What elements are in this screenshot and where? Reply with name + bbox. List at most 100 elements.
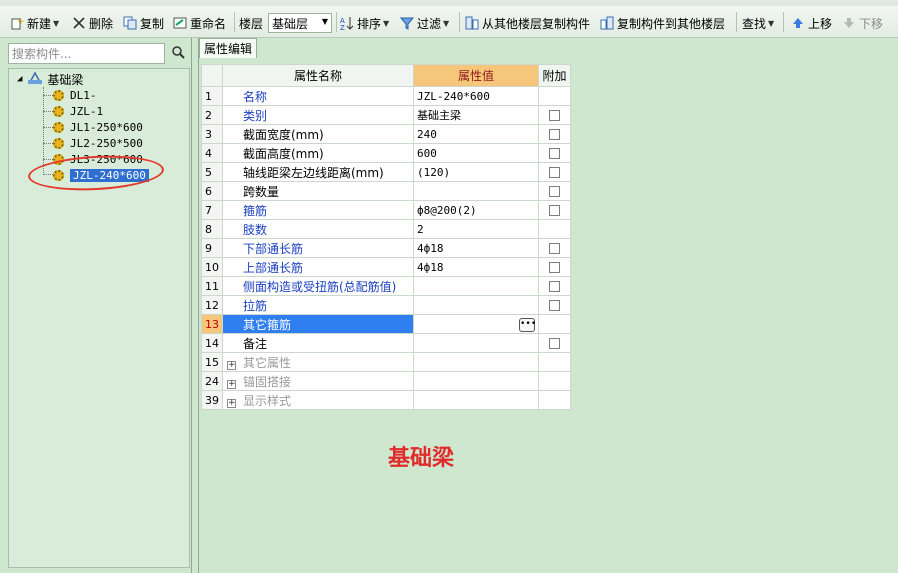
property-name-cell[interactable]: 上部通长筋 xyxy=(222,257,414,277)
table-row[interactable]: 1 名称 JZL-240*600 xyxy=(201,86,571,106)
table-row[interactable]: 15 + 其它属性 xyxy=(201,352,571,372)
table-row[interactable]: 3 截面宽度(mm) 240 xyxy=(201,124,571,144)
search-input[interactable]: 搜索构件... xyxy=(8,43,165,64)
extra-checkbox[interactable] xyxy=(549,110,560,121)
tree-connector xyxy=(43,127,53,128)
property-name-cell[interactable]: 轴线距梁左边线距离(mm) xyxy=(222,162,414,182)
tab-bar: 属性编辑 xyxy=(199,38,898,58)
table-row[interactable]: 11 侧面构造或受扭筋(总配筋值) xyxy=(201,276,571,296)
table-row[interactable]: 12 拉筋 xyxy=(201,295,571,315)
property-name-cell[interactable]: 类别 xyxy=(222,105,414,125)
copy-from-floor-button[interactable]: 从其他楼层复制构件 xyxy=(465,12,590,34)
expand-icon[interactable]: + xyxy=(227,379,236,389)
extra-checkbox[interactable] xyxy=(549,129,560,140)
property-name-cell[interactable]: 其它箍筋 xyxy=(222,314,414,334)
tree-root[interactable]: ◢ 基础梁 xyxy=(17,70,83,88)
property-value-cell[interactable]: 2 xyxy=(413,219,539,239)
table-row[interactable]: 39 + 显示样式 xyxy=(201,390,571,410)
tree-item[interactable]: JZL-1 xyxy=(53,103,103,119)
table-row[interactable]: 4 截面高度(mm) 600 xyxy=(201,143,571,163)
property-value-cell[interactable]: JZL-240*600 xyxy=(413,86,539,106)
property-name-cell[interactable]: 名称 xyxy=(222,86,414,106)
property-name-cell[interactable]: + 显示样式 xyxy=(222,390,414,410)
property-value-cell[interactable] xyxy=(413,371,539,391)
property-value-cell[interactable] xyxy=(413,333,539,353)
search-button[interactable] xyxy=(168,43,188,64)
beam-category-icon xyxy=(27,70,43,88)
table-row[interactable]: 2 类别 基础主梁 xyxy=(201,105,571,125)
ellipsis-button[interactable]: ••• xyxy=(519,317,536,332)
extra-checkbox[interactable] xyxy=(549,148,560,159)
property-name-cell[interactable]: 截面宽度(mm) xyxy=(222,124,414,144)
property-name-cell[interactable]: 肢数 xyxy=(222,219,414,239)
extra-checkbox[interactable] xyxy=(549,186,560,197)
table-row[interactable]: 14 备注 xyxy=(201,333,571,353)
floor-select[interactable]: 基础层 ▼ xyxy=(268,13,332,33)
extra-checkbox[interactable] xyxy=(549,262,560,273)
tree-item[interactable]: JL2-250*500 xyxy=(53,135,143,151)
table-row[interactable]: 5 轴线距梁左边线距离(mm) (120) xyxy=(201,162,571,182)
table-row[interactable]: 24 + 锚固搭接 xyxy=(201,371,571,391)
expand-icon[interactable]: + xyxy=(227,398,236,408)
panel-splitter[interactable] xyxy=(192,38,199,573)
property-value-cell[interactable] xyxy=(413,352,539,372)
expand-icon[interactable]: + xyxy=(227,360,236,370)
property-value-cell[interactable]: ф8@200(2) xyxy=(413,200,539,220)
property-name-cell[interactable]: 跨数量 xyxy=(222,181,414,201)
tree-item[interactable]: JL1-250*600 xyxy=(53,119,143,135)
property-value-cell[interactable]: (120) xyxy=(413,162,539,182)
collapse-icon[interactable]: ◢ xyxy=(17,74,22,84)
property-name-cell[interactable]: + 其它属性 xyxy=(222,352,414,372)
tab-property-edit[interactable]: 属性编辑 xyxy=(199,38,257,58)
tree-item-label: JZL-240*600 xyxy=(70,168,149,182)
property-name-cell[interactable]: 拉筋 xyxy=(222,295,414,315)
property-name-cell[interactable]: 箍筋 xyxy=(222,200,414,220)
property-value-cell[interactable]: 600 xyxy=(413,143,539,163)
gear-icon xyxy=(53,137,64,149)
property-name-cell[interactable]: + 锚固搭接 xyxy=(222,371,414,391)
filter-button[interactable]: 过滤 ▼ xyxy=(399,12,449,34)
tree-item[interactable]: JL3-250*600 xyxy=(53,151,143,167)
table-row[interactable]: 10 上部通长筋 4ф18 xyxy=(201,257,571,277)
delete-button[interactable]: 删除 xyxy=(72,12,113,34)
property-name-cell[interactable]: 下部通长筋 xyxy=(222,238,414,258)
extra-checkbox[interactable] xyxy=(549,300,560,311)
find-button[interactable]: 查找 ▼ xyxy=(742,12,774,34)
table-row[interactable]: 9 下部通长筋 4ф18 xyxy=(201,238,571,258)
sort-button[interactable]: AZ 排序 ▼ xyxy=(340,12,389,34)
extra-checkbox[interactable] xyxy=(549,281,560,292)
tree-item-selected[interactable]: JZL-240*600 xyxy=(53,167,149,183)
property-value-cell[interactable]: 4ф18 xyxy=(413,257,539,277)
property-name-cell[interactable]: 截面高度(mm) xyxy=(222,143,414,163)
move-down-button[interactable]: 下移 xyxy=(842,12,883,34)
property-value-cell[interactable]: ••• xyxy=(413,314,539,334)
search-placeholder: 搜索构件... xyxy=(12,47,72,61)
extra-checkbox[interactable] xyxy=(549,338,560,349)
extra-cell xyxy=(538,105,571,125)
property-value-cell[interactable] xyxy=(413,276,539,296)
row-number: 10 xyxy=(201,257,223,277)
property-value-cell[interactable]: 基础主梁 xyxy=(413,105,539,125)
extra-checkbox[interactable] xyxy=(549,243,560,254)
table-row[interactable]: 13 其它箍筋 ••• xyxy=(201,314,571,334)
move-up-button[interactable]: 上移 xyxy=(791,12,832,34)
extra-checkbox[interactable] xyxy=(549,167,560,178)
property-value-cell[interactable]: 4ф18 xyxy=(413,238,539,258)
rename-button[interactable]: 重命名 xyxy=(173,12,226,34)
copy-to-floor-button[interactable]: 复制构件到其他楼层 xyxy=(600,12,725,34)
table-row[interactable]: 6 跨数量 xyxy=(201,181,571,201)
table-row[interactable]: 8 肢数 2 xyxy=(201,219,571,239)
property-value-cell[interactable] xyxy=(413,181,539,201)
new-button[interactable]: + 新建 ▼ xyxy=(10,12,59,34)
property-name-cell[interactable]: 侧面构造或受扭筋(总配筋值) xyxy=(222,276,414,296)
tree-item[interactable]: DL1- xyxy=(53,87,97,103)
property-name-cell[interactable]: 备注 xyxy=(222,333,414,353)
floor-select-value: 基础层 xyxy=(272,16,309,31)
property-value-cell[interactable]: 240 xyxy=(413,124,539,144)
table-row[interactable]: 7 箍筋 ф8@200(2) xyxy=(201,200,571,220)
copy-button[interactable]: 复制 xyxy=(123,12,164,34)
extra-checkbox[interactable] xyxy=(549,205,560,216)
extra-cell xyxy=(538,314,571,334)
property-value-cell[interactable] xyxy=(413,295,539,315)
property-value-cell[interactable] xyxy=(413,390,539,410)
